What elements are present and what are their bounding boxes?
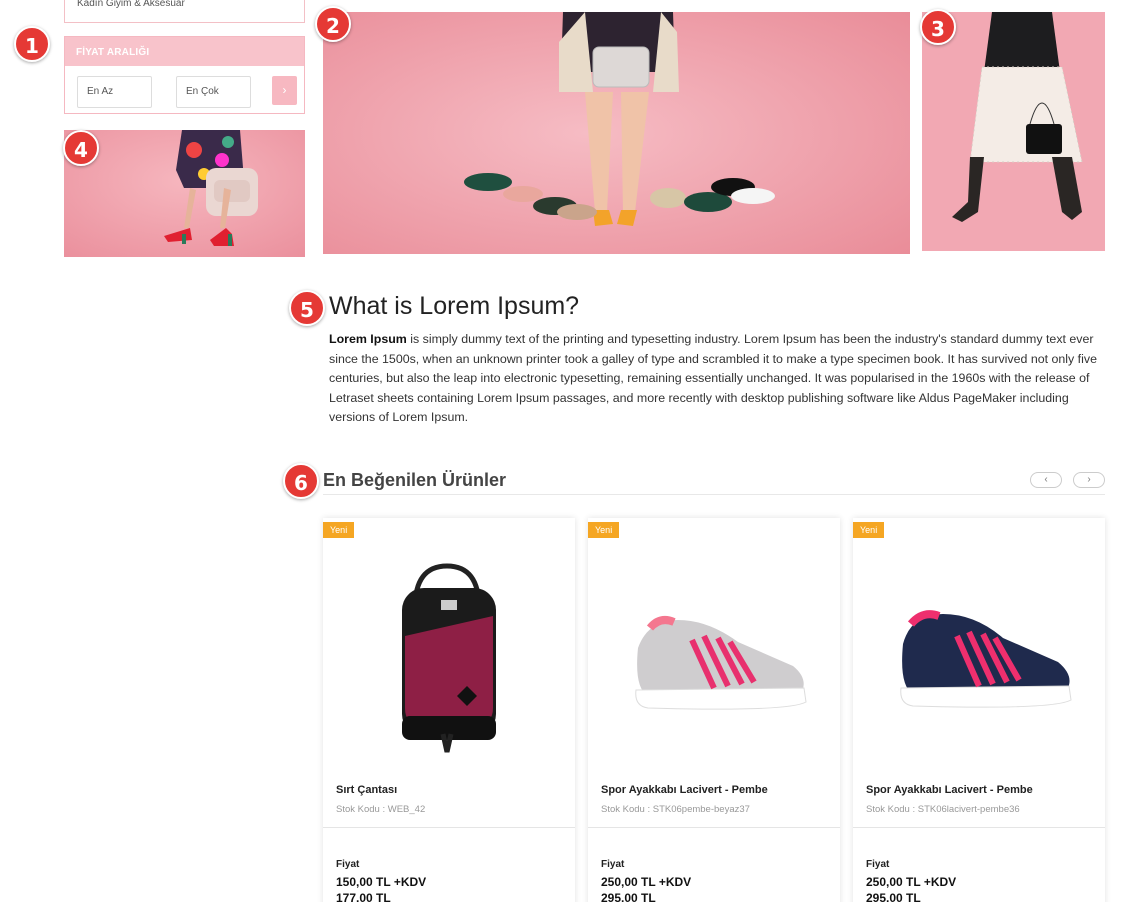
chevron-right-icon: › bbox=[282, 83, 287, 97]
max-price-input[interactable]: En Çok bbox=[176, 76, 251, 108]
carousel-next-button[interactable]: › bbox=[1073, 472, 1105, 488]
product-name[interactable]: Spor Ayakkabı Lacivert - Pembe bbox=[866, 784, 1033, 796]
product-price: 250,00 TL +KDV bbox=[601, 875, 692, 889]
chevron-left-icon: ‹ bbox=[1044, 474, 1048, 485]
grey-pink-sneaker-image[interactable] bbox=[588, 538, 840, 768]
boots-banner-image bbox=[922, 12, 1105, 251]
new-badge: Yeni bbox=[853, 522, 885, 538]
category-label: Kadın Giyim & Aksesuar bbox=[77, 0, 185, 9]
price-label: Fiyat bbox=[601, 859, 625, 870]
product-price-incl: 177,00 TL bbox=[336, 891, 391, 902]
annotation-badge-2: 2 bbox=[315, 6, 351, 42]
chevron-right-icon: › bbox=[1087, 474, 1091, 485]
banner-shoes-collection[interactable] bbox=[323, 12, 910, 254]
card-divider bbox=[853, 827, 1105, 828]
card-divider bbox=[323, 827, 575, 828]
product-card[interactable]: Yeni Sırt Çantası Stok Kodu : WEB_42 Fiy… bbox=[323, 518, 575, 902]
price-range-title: FİYAT ARALIĞI bbox=[65, 37, 304, 66]
backpack-image[interactable] bbox=[323, 538, 575, 768]
sandals-banner-image bbox=[64, 130, 305, 257]
product-sku: Stok Kodu : WEB_42 bbox=[336, 804, 426, 815]
banner-sandals[interactable] bbox=[64, 130, 305, 257]
price-range-filter: FİYAT ARALIĞI En Az En Çok › bbox=[64, 36, 305, 114]
article-lead-bold: Lorem Ipsum bbox=[329, 332, 407, 346]
product-price-incl: 295,00 TL bbox=[601, 891, 656, 902]
annotation-badge-5: 5 bbox=[289, 290, 325, 326]
article-title: What is Lorem Ipsum? bbox=[329, 292, 580, 320]
product-sku: Stok Kodu : STK06lacivert-pembe36 bbox=[866, 804, 1020, 815]
new-badge: Yeni bbox=[588, 522, 620, 538]
product-name[interactable]: Sırt Çantası bbox=[336, 784, 397, 796]
shoes-banner-image bbox=[323, 12, 910, 254]
carousel-prev-button[interactable]: ‹ bbox=[1030, 472, 1062, 488]
product-price: 150,00 TL +KDV bbox=[336, 875, 427, 889]
new-badge: Yeni bbox=[323, 522, 355, 538]
product-sku: Stok Kodu : STK06pembe-beyaz37 bbox=[601, 804, 750, 815]
article-text: is simply dummy text of the printing and… bbox=[329, 332, 1097, 424]
annotation-badge-6: 6 bbox=[283, 463, 319, 499]
product-card[interactable]: Yeni Spor Ayakkabı Lacivert - Pembe Stok… bbox=[853, 518, 1105, 902]
product-price-incl: 295,00 TL bbox=[866, 891, 921, 902]
banner-boots[interactable] bbox=[922, 12, 1105, 251]
section-title: En Beğenilen Ürünler bbox=[323, 470, 507, 490]
section-divider bbox=[323, 494, 1105, 495]
product-name[interactable]: Spor Ayakkabı Lacivert - Pembe bbox=[601, 784, 768, 796]
category-filter-item[interactable]: Kadın Giyim & Aksesuar bbox=[64, 0, 305, 23]
price-submit-button[interactable]: › bbox=[272, 76, 297, 105]
annotation-badge-1: 1 bbox=[14, 26, 50, 62]
price-label: Fiyat bbox=[336, 859, 360, 870]
card-divider bbox=[588, 827, 840, 828]
min-price-input[interactable]: En Az bbox=[77, 76, 152, 108]
price-label: Fiyat bbox=[866, 859, 890, 870]
navy-pink-sneaker-image[interactable] bbox=[853, 538, 1105, 768]
product-card[interactable]: Yeni Spor Ayakkabı Lacivert - Pembe Stok… bbox=[588, 518, 840, 902]
annotation-badge-3: 3 bbox=[920, 9, 956, 45]
annotation-badge-4: 4 bbox=[63, 130, 99, 166]
product-price: 250,00 TL +KDV bbox=[866, 875, 957, 889]
article-body: Lorem Ipsum is simply dummy text of the … bbox=[329, 330, 1105, 428]
